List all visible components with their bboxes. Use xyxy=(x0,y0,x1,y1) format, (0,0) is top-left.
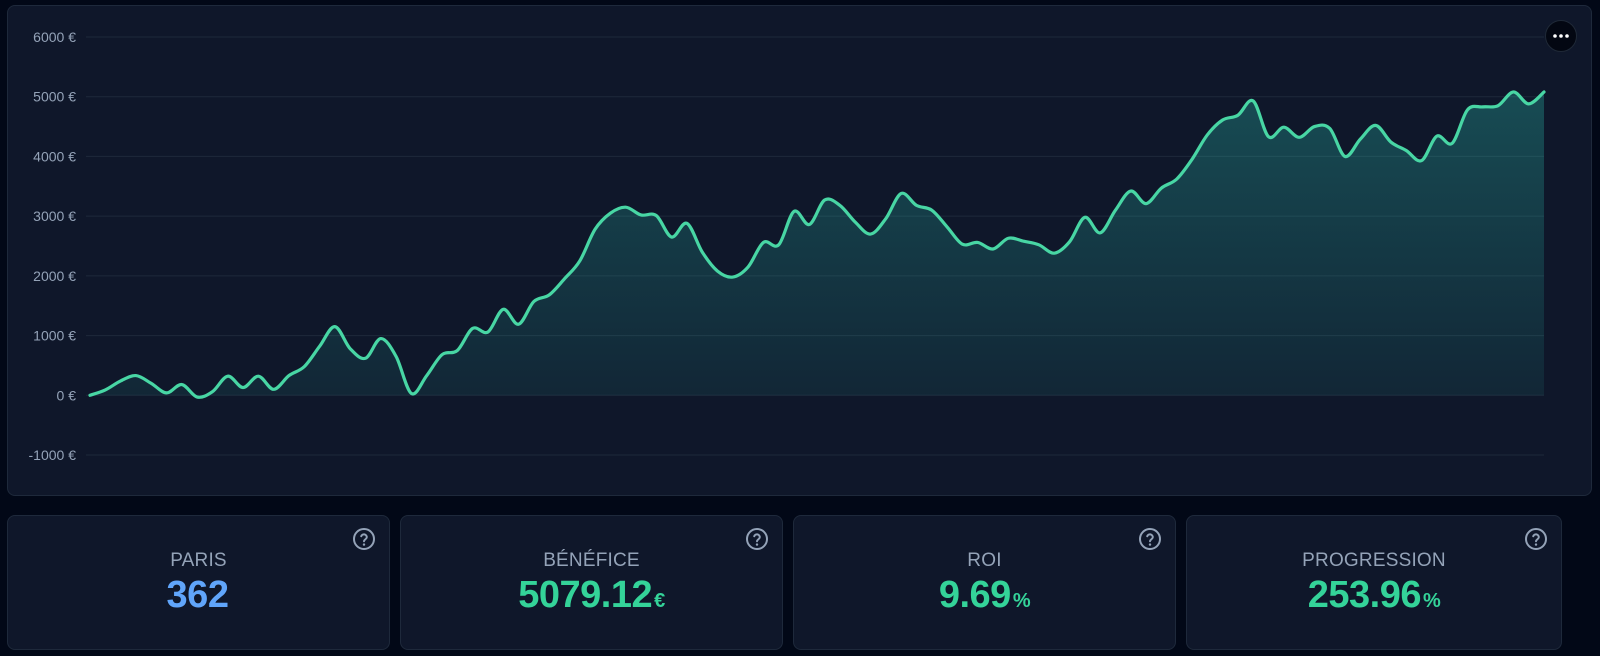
y-tick-label: -1000 € xyxy=(29,447,77,463)
chart-menu-button[interactable] xyxy=(1545,20,1577,52)
stat-value: 9.69% xyxy=(794,574,1175,617)
help-circle-icon[interactable] xyxy=(1138,527,1162,551)
stat-unit: % xyxy=(1422,590,1441,612)
y-tick-label: 2000 € xyxy=(33,268,76,284)
y-tick-label: 1000 € xyxy=(33,328,76,344)
stat-unit: % xyxy=(1012,590,1031,612)
stat-card-roi: ROI 9.69% xyxy=(793,515,1176,650)
help-circle-icon[interactable] xyxy=(352,527,376,551)
stat-value: 253.96% xyxy=(1187,574,1561,617)
stat-number: 362 xyxy=(166,574,229,616)
profit-area xyxy=(90,91,1544,398)
stat-number: 9.69 xyxy=(938,574,1011,616)
y-tick-label: 4000 € xyxy=(33,148,76,164)
stat-value: 362 xyxy=(8,574,389,617)
stat-unit: € xyxy=(654,590,665,612)
stat-card-paris: PARIS 362 xyxy=(7,515,390,650)
stat-label: PROGRESSION xyxy=(1302,550,1446,571)
y-tick-label: 6000 € xyxy=(33,29,76,45)
profit-chart-card: 6000 € 5000 € 4000 € 3000 € 2000 € 1000 € 0 € -… xyxy=(7,5,1592,496)
stat-label: PARIS xyxy=(170,550,227,571)
stat-value: 5079.12 € xyxy=(401,574,782,617)
stat-label: ROI xyxy=(967,550,1002,571)
stats-row: PARIS 362 BÉNÉFICE 5079.12 € ROI 9.69% PR… xyxy=(7,515,1592,650)
stat-card-progression: PROGRESSION 253.96% xyxy=(1186,515,1562,650)
stat-number: 253.96 xyxy=(1307,574,1422,616)
y-axis-ticks: 6000 € 5000 € 4000 € 3000 € 2000 € 1000 € 0 € -… xyxy=(29,29,77,463)
help-circle-icon[interactable] xyxy=(1524,527,1548,551)
stat-number: 5079.12 xyxy=(518,574,653,616)
y-tick-label: 3000 € xyxy=(33,208,76,224)
y-tick-label: 0 € xyxy=(57,387,77,403)
profit-chart: 6000 € 5000 € 4000 € 3000 € 2000 € 1000 € 0 € -… xyxy=(29,29,1546,463)
help-circle-icon[interactable] xyxy=(745,527,769,551)
stat-label: BÉNÉFICE xyxy=(543,550,640,571)
stat-card-benefice: BÉNÉFICE 5079.12 € xyxy=(400,515,783,650)
more-dots-icon xyxy=(1553,34,1569,38)
y-tick-label: 5000 € xyxy=(33,89,76,105)
